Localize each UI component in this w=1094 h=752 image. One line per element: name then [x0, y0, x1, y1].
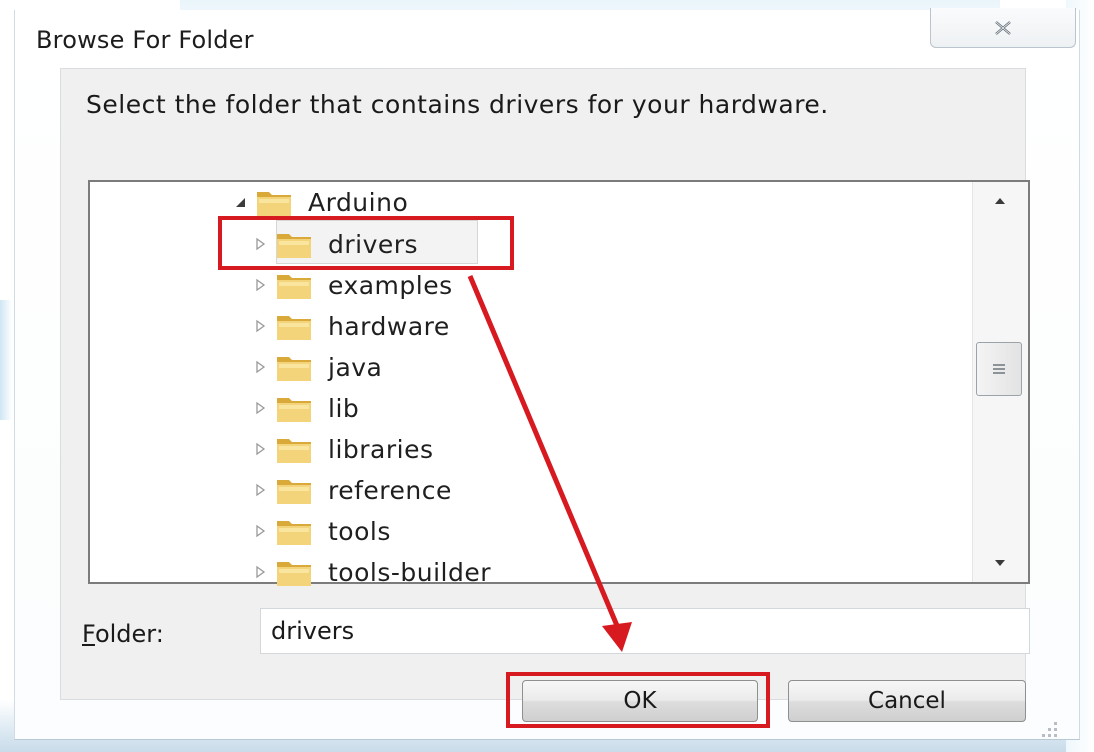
folder-icon — [254, 185, 294, 219]
tree-item-label: tools-builder — [328, 557, 492, 587]
expand-arrow-icon[interactable] — [246, 511, 274, 551]
folder-icon — [274, 268, 314, 302]
tree-item[interactable]: libraries — [246, 429, 434, 469]
tree-item-label: Arduino — [308, 187, 409, 217]
folder-icon — [274, 514, 314, 548]
expand-arrow-icon[interactable] — [246, 552, 274, 592]
scroll-up-icon — [995, 198, 1005, 204]
grip-lines-icon — [993, 364, 1005, 374]
scroll-thumb[interactable] — [976, 342, 1022, 396]
tree-item[interactable]: Arduino — [226, 182, 408, 222]
folder-icon — [274, 555, 314, 589]
folder-label-accelerator: F — [82, 620, 95, 648]
folder-icon — [274, 227, 314, 261]
resize-grip-icon[interactable] — [1036, 716, 1060, 740]
close-button[interactable] — [930, 8, 1076, 48]
folder-icon — [274, 473, 314, 507]
tree-item-label: tools — [328, 516, 391, 546]
expand-arrow-icon[interactable] — [246, 429, 274, 469]
tree-item[interactable]: tools-builder — [246, 552, 491, 592]
dialog-title: Browse For Folder — [36, 26, 254, 54]
close-icon — [995, 20, 1011, 35]
tree-item[interactable]: drivers — [246, 224, 418, 264]
folder-input[interactable] — [260, 608, 1030, 654]
tree-item[interactable]: reference — [246, 470, 452, 510]
expand-arrow-icon[interactable] — [246, 224, 274, 264]
tree-item[interactable]: hardware — [246, 306, 450, 346]
tree-item[interactable]: tools — [246, 511, 391, 551]
expand-arrow-icon[interactable] — [246, 265, 274, 305]
tree-item-label: drivers — [328, 229, 419, 259]
tree-item-label: hardware — [328, 311, 450, 341]
scroll-up-button[interactable] — [974, 184, 1026, 218]
tree-item-label: reference — [328, 475, 452, 505]
collapse-arrow-icon[interactable] — [226, 182, 254, 222]
cancel-button[interactable]: Cancel — [788, 680, 1026, 722]
expand-arrow-icon[interactable] — [246, 306, 274, 346]
scroll-down-button[interactable] — [974, 546, 1026, 580]
background-stripe — [0, 300, 12, 420]
folder-icon — [274, 309, 314, 343]
tree-item[interactable]: lib — [246, 388, 359, 428]
expand-arrow-icon[interactable] — [246, 347, 274, 387]
expand-arrow-icon[interactable] — [246, 388, 274, 428]
ok-button[interactable]: OK — [522, 680, 758, 722]
tree-item-label: libraries — [328, 434, 434, 464]
folder-label: Folder: — [82, 620, 164, 648]
tree-item[interactable]: java — [246, 347, 382, 387]
instruction-text: Select the folder that contains drivers … — [86, 90, 829, 119]
tree-item-label: java — [328, 352, 383, 382]
folder-tree[interactable] — [88, 180, 1030, 584]
tree-item-label: lib — [328, 393, 360, 423]
tree-item[interactable]: examples — [246, 265, 453, 305]
folder-icon — [274, 391, 314, 425]
folder-icon — [274, 350, 314, 384]
expand-arrow-icon[interactable] — [246, 470, 274, 510]
folder-icon — [274, 432, 314, 466]
folder-label-text: older: — [94, 620, 164, 648]
tree-item-label: examples — [328, 270, 453, 300]
scroll-down-icon — [995, 560, 1005, 566]
